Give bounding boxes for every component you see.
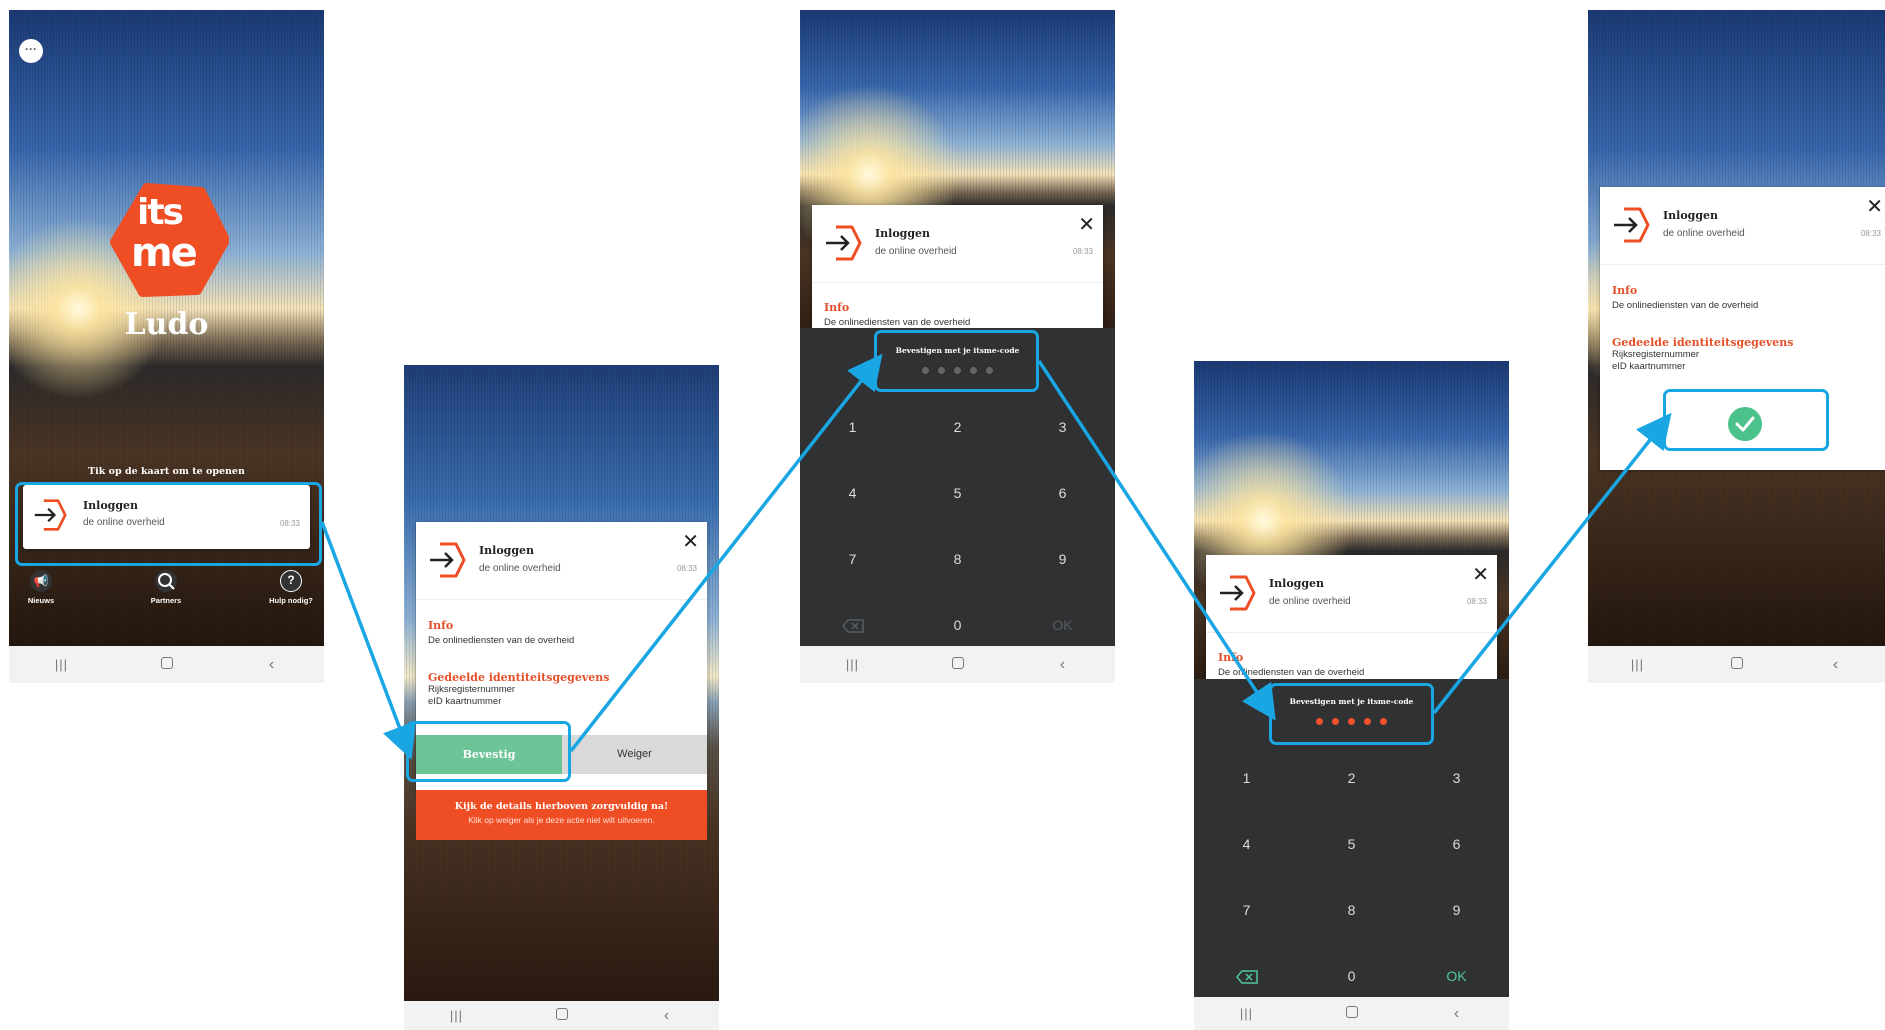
flow-arrow <box>320 521 416 760</box>
flow-arrow <box>1037 360 1276 721</box>
flow-arrows <box>320 353 1672 760</box>
flow-arrow <box>569 353 883 753</box>
flow-arrow <box>1432 412 1672 715</box>
